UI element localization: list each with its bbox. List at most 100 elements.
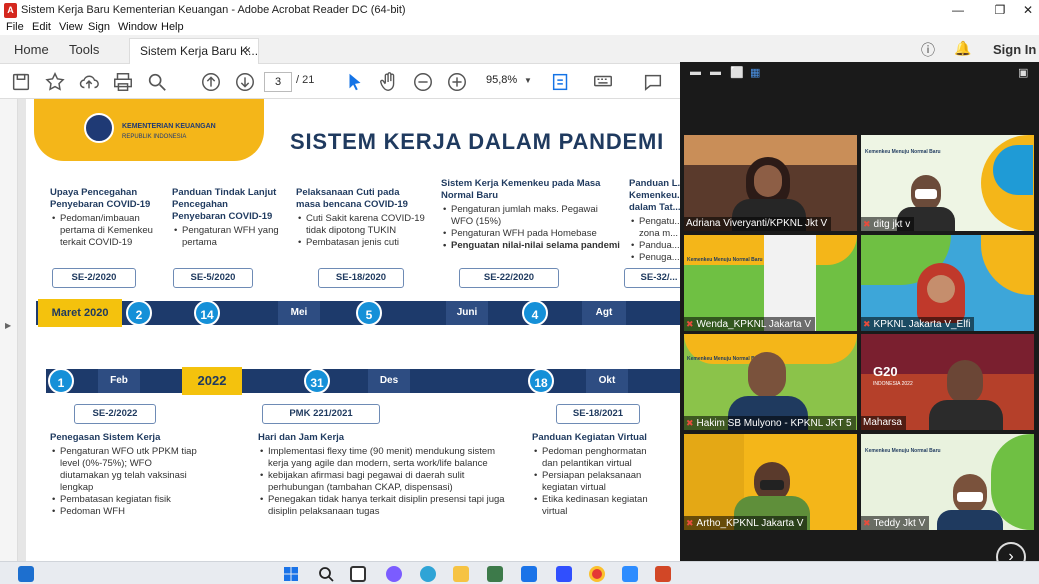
explorer-icon[interactable] (453, 566, 469, 582)
month-label: Mei (278, 301, 320, 325)
col-heading: Pelaksanaan Cuti pada masa bencana COVID… (296, 187, 408, 210)
list-item: Pengaturan WFH yang pertama (172, 225, 282, 249)
participant-name: Adriana Viveryanti/KPKNL Jkt V (684, 217, 832, 231)
list-item: Pengaturan jumlah maks. Pegawai WFO (15%… (441, 204, 621, 228)
chrome-icon[interactable] (589, 566, 605, 582)
search-icon[interactable] (146, 71, 168, 93)
menu-sign[interactable]: Sign (88, 21, 110, 33)
zoom-gallery-panel: ▬ ▬ ⬜ ▦ ▣ Adriana Viveryanti/KPKNL Jkt V… (680, 62, 1039, 584)
tab-tools[interactable]: Tools (69, 42, 99, 57)
print-icon[interactable] (112, 71, 134, 93)
year-marker: 2022 (182, 367, 242, 395)
participant-tile[interactable]: Adriana Viveryanti/KPKNL Jkt V (684, 135, 857, 231)
mute-icon: ✖ (686, 319, 694, 329)
callout-se-32: SE-32/... (624, 268, 686, 288)
search-icon[interactable] (318, 566, 334, 582)
col-heading: Panduan L... Kemenkeu... dalam Tat... (629, 178, 686, 213)
menu-edit[interactable]: Edit (32, 21, 51, 33)
close-icon[interactable]: ✕ (1012, 0, 1039, 22)
callout-se-22-2020: SE-22/2020 (459, 268, 559, 288)
zoom-level[interactable]: 95,8% (486, 74, 517, 86)
list-item: Pembatasan jenis cuti (296, 237, 426, 249)
list-item: Persiapan pelaksanaan kegiatan virtual (532, 470, 662, 494)
date-marker: 5 (356, 300, 382, 326)
menu-window[interactable]: Window (118, 21, 157, 33)
participant-name: ✖ Teddy Jkt V (861, 516, 930, 530)
restore-icon[interactable]: ▬ (710, 66, 721, 78)
hand-tool-icon[interactable] (378, 71, 400, 93)
minimize-icon[interactable]: — (942, 0, 974, 22)
bottom-col-2: Hari dan Jam Kerja Implementasi flexy ti… (258, 432, 508, 518)
g20-logo: G20 (873, 364, 898, 379)
date-marker: 1 (48, 368, 74, 394)
zoom-controls-bar: ▬ ▬ ⬜ ▦ ▣ (680, 62, 1039, 84)
zoom-dropdown-icon[interactable]: ▼ (524, 76, 532, 85)
zoom-in-icon[interactable] (446, 71, 468, 93)
callout-se-2-2020: SE-2/2020 (52, 268, 136, 288)
date-marker: 18 (528, 368, 554, 394)
participant-tile[interactable]: ✖ Artho_KPKNL Jakarta V (684, 434, 857, 530)
background-caption: Kemenkeu Menuju Normal Baru (865, 448, 941, 454)
zoom-out-icon[interactable] (412, 71, 434, 93)
comment-icon[interactable] (642, 71, 664, 93)
chat-icon[interactable] (386, 566, 402, 582)
page-down-icon[interactable] (234, 71, 256, 93)
month-label: Agt (582, 301, 626, 325)
sign-in-button[interactable]: Sign In (993, 42, 1036, 57)
bottom-col-1: Penegasan Sistem Kerja Pengaturan WFO ut… (50, 432, 200, 518)
pdf-page: KEMENTERIAN KEUANGAN REPUBLIK INDONESIA … (26, 99, 686, 561)
minimize-icon[interactable]: ▬ (690, 66, 701, 78)
view-options-icon[interactable]: ▣ (1018, 66, 1028, 79)
start-icon[interactable] (283, 566, 299, 582)
menu-file[interactable]: File (6, 21, 24, 33)
star-icon[interactable] (44, 71, 66, 93)
callout-pmk-221-2021: PMK 221/2021 (262, 404, 380, 424)
list-item: Penuga... (629, 252, 686, 264)
calculator-icon[interactable] (487, 566, 503, 582)
widgets-icon[interactable] (18, 566, 34, 582)
participant-tile[interactable]: Kemenkeu Menuju Normal Baru ✖ Hakim SB Mu… (684, 334, 857, 430)
tab-home[interactable]: Home (14, 42, 49, 57)
page-total: / 21 (296, 74, 315, 86)
menu-help[interactable]: Help (161, 21, 184, 33)
mute-icon: ✖ (863, 319, 871, 329)
col-heading: Panduan Kegiatan Virtual (532, 432, 647, 443)
app-icon[interactable] (556, 566, 572, 582)
tab-document[interactable]: Sistem Kerja Baru K... × (129, 38, 259, 64)
select-pointer-icon[interactable] (344, 71, 366, 93)
participant-tile[interactable]: Kemenkeu Menuju Normal Baru ✖ ditg jkt v (861, 135, 1034, 231)
participant-tile[interactable]: Kemenkeu Menuju Normal Baru ✖ Teddy Jkt V (861, 434, 1034, 530)
mail-icon[interactable] (521, 566, 537, 582)
menu-view[interactable]: View (59, 21, 83, 33)
mute-icon: ✖ (686, 518, 694, 528)
keyboard-icon[interactable] (592, 71, 614, 93)
bell-icon[interactable]: 🔔 (954, 40, 971, 57)
close-tab-icon[interactable]: × (244, 43, 251, 57)
list-item: Pengaturan WFH pada Homebase (441, 228, 621, 240)
top-col-1: Upaya Pencegahan Penyebaran COVID-19 Ped… (50, 187, 158, 249)
org-banner: KEMENTERIAN KEUANGAN REPUBLIK INDONESIA (34, 99, 264, 161)
page-number-input[interactable]: 3 (264, 72, 292, 92)
zoom-icon[interactable] (622, 566, 638, 582)
timeline-start: Maret 2020 (38, 299, 122, 327)
gallery-view-icon[interactable]: ▦ (750, 66, 760, 79)
expand-panel-icon[interactable]: ▶ (5, 321, 11, 330)
save-icon[interactable] (10, 71, 32, 93)
fullscreen-icon[interactable]: ⬜ (730, 66, 744, 79)
powerpoint-icon[interactable] (655, 566, 671, 582)
page-up-icon[interactable] (200, 71, 222, 93)
participant-tile[interactable]: ✖ KPKNL Jakarta V_Elfi (861, 235, 1034, 331)
upload-cloud-icon[interactable] (78, 71, 100, 93)
kemenkeu-logo-icon (84, 113, 114, 143)
task-view-icon[interactable] (350, 566, 366, 582)
participant-tile[interactable]: Kemenkeu Menuju Normal Baru ✖ Wenda_KPKNL… (684, 235, 857, 331)
list-item: Cuti Sakit karena COVID-19 tidak dipoton… (296, 213, 426, 237)
background-caption: Kemenkeu Menuju Normal Baru (687, 257, 763, 263)
date-marker: 2 (126, 300, 152, 326)
participant-tile[interactable]: G20 INDONESIA 2022 Maharsa (861, 334, 1034, 430)
help-icon[interactable]: ⓘ (921, 40, 935, 60)
page-fit-icon[interactable] (550, 71, 572, 93)
edge-icon[interactable] (420, 566, 436, 582)
tab-bar: Home Tools Sistem Kerja Baru K... × ⓘ 🔔 … (0, 35, 1039, 64)
list-item: Implementasi flexy time (90 menit) mendu… (258, 446, 508, 470)
